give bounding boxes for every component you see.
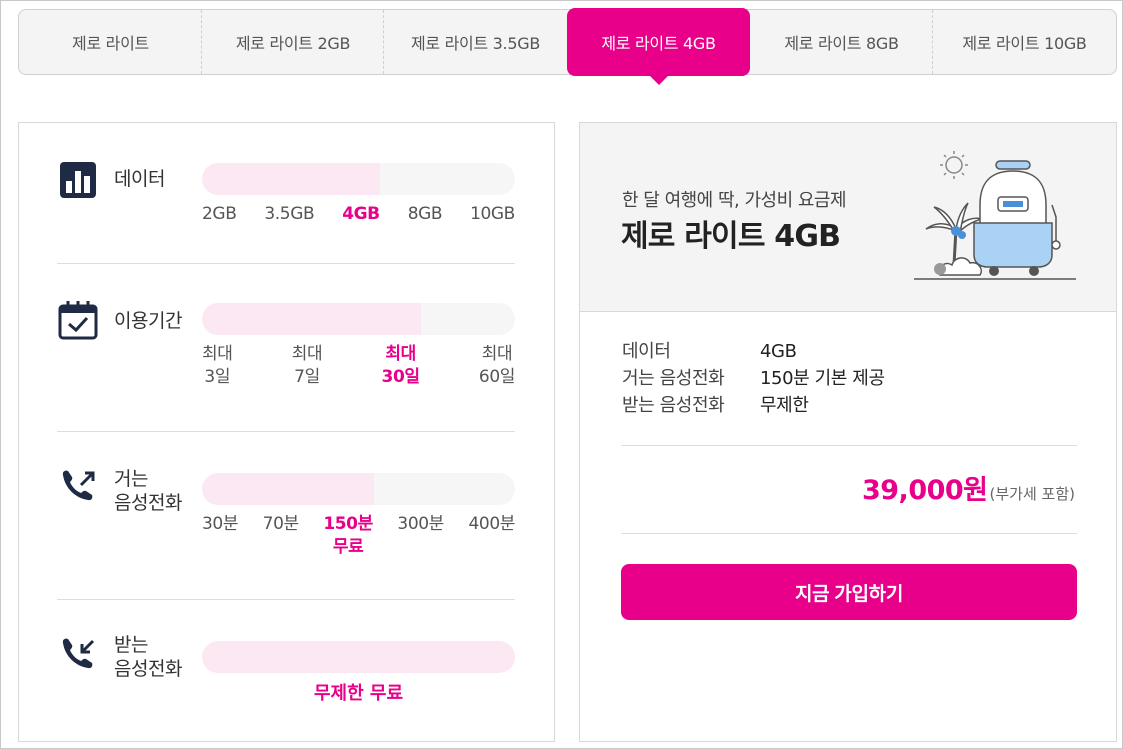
travel-luggage-illustration [914,151,1076,280]
calendar-check-icon [58,301,98,340]
spec-key: 받는 음성전화 [622,395,725,416]
incoming-fill [202,641,515,673]
data-label: 데이터 [114,168,165,190]
plan-hero: 한 달 여행에 딱, 가성비 요금제 제로 라이트 4GB [580,123,1116,312]
label-line: 거는 [114,468,148,490]
tab-label: 제로 라이트 10GB [962,34,1087,53]
tab-label: 제로 라이트 [72,34,149,53]
tick-line: 무료 [332,537,364,557]
tab-zero-lite[interactable]: 제로 라이트 [19,10,202,74]
plan-detail-panel: 한 달 여행에 딱, 가성비 요금제 제로 라이트 4GB 데이터 4GB 거는… [579,122,1117,742]
tick-line: 60일 [478,367,515,387]
incoming-call-row: 받는 음성전화 무제한 무료 [57,633,515,725]
spec-row: 받는 음성전화 무제한 [622,392,885,419]
incoming-label: 받는 음성전화 [114,633,182,681]
row-divider [57,263,515,264]
plan-tabs: 제로 라이트 제로 라이트 2GB 제로 라이트 3.5GB 제로 라이트 4G… [18,8,1117,85]
tab-zero-lite-8gb[interactable]: 제로 라이트 8GB [750,10,933,74]
label-line: 음성전화 [114,492,182,514]
tick-label: 70분 [262,514,299,534]
incoming-track [202,641,515,673]
tick-line: 최대 [202,344,233,364]
plan-price: 39,000원 (부가세 포함) [862,468,1075,507]
data-track [202,163,515,195]
tick-label-selected: 최대 30일 [381,343,421,389]
tick-label-selected: 4GB [342,204,380,224]
spec-row: 거는 음성전화 150분 기본 제공 [622,365,885,392]
tick-label: 최대 7일 [291,343,323,389]
outgoing-track [202,473,515,505]
suitcase-icon [973,160,1061,276]
row-divider [57,599,515,600]
period-row: 이용기간 최대 3일 최대 7일 최대 30일 최대 60일 [57,299,515,409]
tick-label: 8GB [407,204,443,224]
period-fill [202,303,422,335]
data-row: 데이터 2GB 3.5GB 4GB 8GB 10GB [57,159,515,259]
tick-line: 150분 [323,514,373,534]
plan-subtitle: 한 달 여행에 딱, 가성비 요금제 [622,190,847,211]
vat-note: (부가세 포함) [989,485,1075,503]
data-fill [202,163,381,195]
subscribe-now-button[interactable]: 지금 가입하기 [621,564,1077,620]
tick-label: 최대 3일 [202,343,233,389]
tick-label: 300분 [397,514,444,534]
tick-label-selected: 150분무료 [323,513,373,559]
divider [621,533,1077,534]
tab-label: 제로 라이트 3.5GB [411,34,540,53]
spec-value: 무제한 [760,395,809,416]
plan-specs: 데이터 4GB 거는 음성전화 150분 기본 제공 받는 음성전화 무제한 [622,338,885,419]
phone-outgoing-icon [62,470,95,501]
tick-label: 400분 [468,514,516,534]
tick-label: 10GB [470,204,515,224]
incoming-value: 무제한 무료 [313,683,404,704]
outgoing-label: 거는 음성전화 [114,467,182,515]
spec-value: 4GB [760,341,797,362]
spec-value: 150분 기본 제공 [760,368,885,389]
tick-label: 3.5GB [264,204,315,224]
tick-line: 7일 [294,367,320,387]
sun-icon [940,151,968,179]
tick-line: 최대 [291,344,323,364]
tab-zero-lite-4gb[interactable]: 제로 라이트 4GB [567,8,750,85]
tick-line: 3일 [204,367,231,387]
cloud-icon [934,257,982,276]
plan-title: 제로 라이트 4GB [621,219,841,254]
price-amount: 39,000원 [861,475,988,506]
tick-line: 30일 [381,367,421,387]
outgoing-fill [202,473,375,505]
label-line: 음성전화 [114,658,182,680]
period-ticks: 최대 3일 최대 7일 최대 30일 최대 60일 [202,343,515,389]
tab-label: 제로 라이트 4GB [601,34,716,53]
spec-row: 데이터 4GB [622,338,885,365]
phone-incoming-icon [62,638,95,669]
bar-chart-icon [60,162,96,198]
tab-label: 제로 라이트 8GB [784,34,899,53]
tab-zero-lite-10gb[interactable]: 제로 라이트 10GB [933,10,1116,74]
period-track [202,303,515,335]
tab-label: 제로 라이트 2GB [235,34,351,53]
data-ticks: 2GB 3.5GB 4GB 8GB 10GB [202,203,515,226]
period-label: 이용기간 [114,310,182,332]
tick-label: 최대 60일 [479,343,515,389]
tab-zero-lite-3-5gb[interactable]: 제로 라이트 3.5GB [384,10,567,74]
label-line: 받는 [114,634,148,656]
outgoing-ticks: 30분 70분 150분무료 300분 400분 [202,513,515,559]
outgoing-call-row: 거는 음성전화 30분 70분 150분무료 300분 400분 [57,467,515,567]
tab-zero-lite-2gb[interactable]: 제로 라이트 2GB [202,10,384,74]
spec-key: 데이터 [622,341,671,362]
tick-label: 30분 [202,514,239,534]
divider [621,445,1077,446]
tick-line: 최대 [481,344,513,364]
row-divider [57,431,515,432]
tick-line: 최대 [385,344,416,364]
tick-label: 2GB [202,204,237,224]
comparison-panel: 데이터 2GB 3.5GB 4GB 8GB 10GB 이용기간 최대 3일 최대 7 [18,122,555,742]
spec-key: 거는 음성전화 [622,368,725,389]
